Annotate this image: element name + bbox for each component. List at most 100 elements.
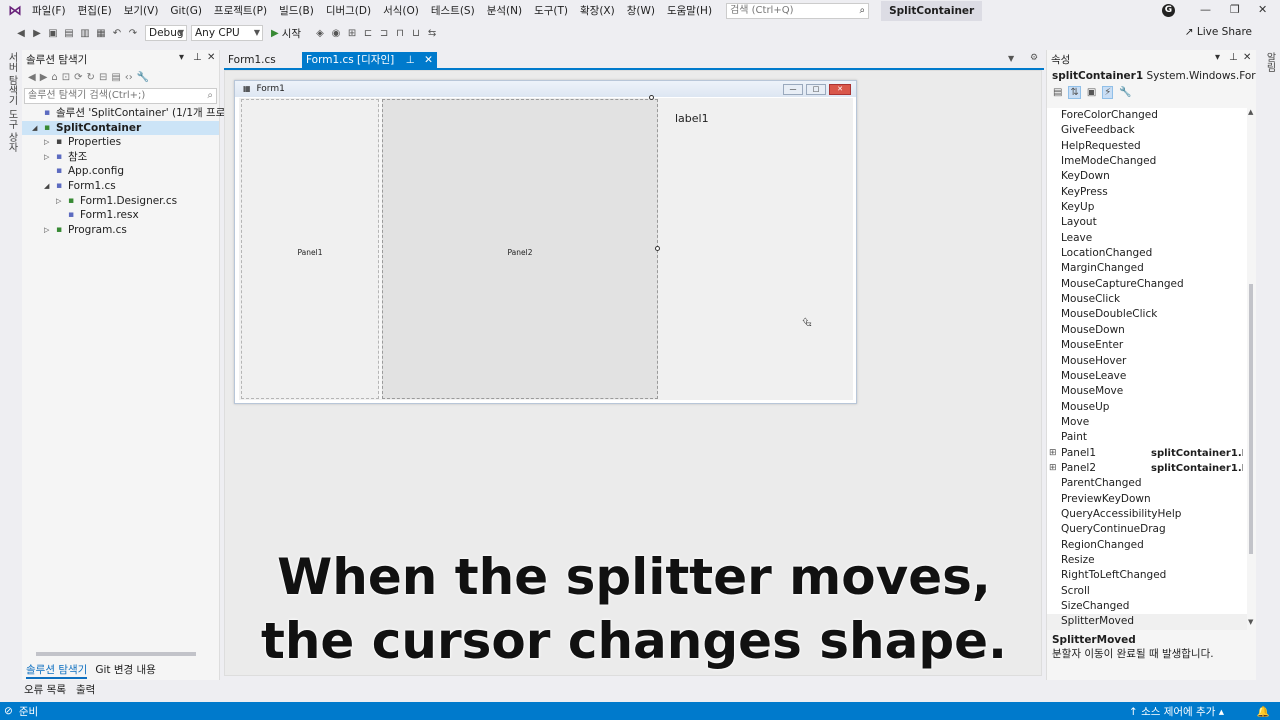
event-row[interactable]: MouseEnter	[1047, 338, 1247, 353]
event-row[interactable]: LocationChanged	[1047, 246, 1247, 261]
configuration-select[interactable]: Debug ▼	[145, 25, 187, 41]
view-code-icon[interactable]: ‹›	[125, 72, 133, 83]
save-all-icon[interactable]: ▦	[94, 28, 108, 39]
tree-item[interactable]: ▪ App.config	[22, 164, 219, 179]
forward-icon[interactable]: ▶	[40, 72, 48, 83]
pin-icon[interactable]: ⊥	[193, 52, 202, 63]
categorized-icon[interactable]: ▤	[1053, 87, 1062, 98]
event-row[interactable]: ForeColorChanged	[1047, 108, 1247, 123]
platform-select[interactable]: Any CPU ▼	[191, 25, 263, 41]
event-row[interactable]: Resize	[1047, 553, 1247, 568]
avatar[interactable]: G	[1162, 4, 1175, 17]
event-row[interactable]: MouseCaptureChanged	[1047, 277, 1247, 292]
event-row[interactable]: MouseUp	[1047, 400, 1247, 415]
tab-solution-explorer[interactable]: 솔루션 탐색기	[26, 662, 88, 679]
form-client-area[interactable]: Panel1 Panel2 label1	[239, 95, 853, 400]
menu-item[interactable]: 확장(X)	[574, 0, 621, 22]
event-row[interactable]: MouseClick	[1047, 292, 1247, 307]
start-button[interactable]: ▶ 시작	[271, 26, 301, 41]
event-row[interactable]: ImeModeChanged	[1047, 154, 1247, 169]
visual-studio-logo-icon[interactable]: ⋈	[4, 0, 26, 22]
undo-icon[interactable]: ↶	[110, 28, 124, 39]
event-row[interactable]: QueryAccessibilityHelp	[1047, 507, 1247, 522]
event-row[interactable]: QueryContinueDrag	[1047, 522, 1247, 537]
resize-handle-right[interactable]	[655, 246, 660, 251]
scrollbar-thumb[interactable]	[1249, 284, 1253, 554]
tree-item[interactable]: ▪ Form1.resx	[22, 208, 219, 223]
events-lightning-icon[interactable]: ⚡	[1102, 85, 1114, 99]
menu-item[interactable]: 빌드(B)	[273, 0, 320, 22]
menu-item[interactable]: 디버그(D)	[320, 0, 377, 22]
expander-icon[interactable]: ◢	[32, 121, 37, 136]
form-designer-window[interactable]: ▦ Form1 — □ ✕ Panel1 Panel2 label1	[234, 80, 857, 404]
close-icon[interactable]: ✕	[1243, 52, 1251, 63]
close-icon[interactable]: ✕	[424, 54, 433, 66]
menu-item[interactable]: 도움말(H)	[661, 0, 718, 22]
event-row[interactable]: MouseHover	[1047, 354, 1247, 369]
align-center-icon[interactable]: ⊐	[377, 28, 391, 39]
expand-icon[interactable]: ⊞	[1049, 446, 1057, 461]
menu-item[interactable]: 파일(F)	[26, 0, 72, 22]
pin-icon[interactable]: ⊥	[406, 54, 415, 66]
event-row[interactable]: MouseLeave	[1047, 369, 1247, 384]
event-row[interactable]: HelpRequested	[1047, 139, 1247, 154]
menu-item[interactable]: 서식(O)	[377, 0, 425, 22]
save-icon[interactable]: ▥	[78, 28, 92, 39]
event-row[interactable]: SplitterMoved	[1047, 614, 1247, 630]
event-row[interactable]: RightToLeftChanged	[1047, 568, 1247, 583]
menu-item[interactable]: Git(G)	[164, 0, 208, 22]
chevron-down-icon[interactable]: ▼	[1008, 54, 1014, 63]
properties-view-icon[interactable]: ▣	[1087, 87, 1096, 98]
event-row[interactable]: KeyDown	[1047, 169, 1247, 184]
tab-output[interactable]: 출력	[76, 682, 95, 697]
notifications-tab[interactable]: 알림	[1262, 52, 1277, 72]
sync-icon[interactable]: ⟳	[74, 72, 82, 83]
pin-icon[interactable]: ⊥	[1229, 52, 1238, 63]
label1-control[interactable]: label1	[675, 112, 709, 125]
tree-item[interactable]: ◢ ▪ Form1.cs	[22, 179, 219, 194]
event-row[interactable]: RegionChanged	[1047, 538, 1247, 553]
vertical-scrollbar[interactable]: ▲ ▼	[1247, 108, 1255, 628]
breakpoint-icon[interactable]: ◉	[329, 28, 343, 39]
back-icon[interactable]: ◀	[28, 72, 36, 83]
expander-icon[interactable]: ▷	[44, 135, 49, 150]
tree-item[interactable]: ▷ ▪ Program.cs	[22, 223, 219, 238]
add-to-source-control-button[interactable]: ↑ 소스 제어에 추가 ▴	[1129, 704, 1224, 719]
split-panel2[interactable]: Panel2	[382, 99, 658, 399]
tab-order-icon[interactable]: ⇆	[425, 28, 439, 39]
chevron-down-icon[interactable]: ▾	[179, 52, 184, 63]
menu-item[interactable]: 테스트(S)	[425, 0, 481, 22]
minimize-icon[interactable]: —	[1200, 3, 1211, 16]
event-row[interactable]: Move	[1047, 415, 1247, 430]
menu-item[interactable]: 분석(N)	[481, 0, 528, 22]
new-project-icon[interactable]: ▣	[46, 28, 60, 39]
tree-item[interactable]: ▷ ▪ Properties	[22, 135, 219, 150]
close-icon[interactable]: ✕	[207, 52, 215, 63]
event-row[interactable]: MouseDoubleClick	[1047, 307, 1247, 322]
close-icon[interactable]: ✕	[1258, 3, 1267, 16]
tree-item[interactable]: ◢ ▪ SplitContainer	[22, 120, 219, 136]
event-row[interactable]: PreviewKeyDown	[1047, 492, 1247, 507]
properties-object-selector[interactable]: splitContainer1 System.Windows.Forms.Spl…	[1047, 68, 1256, 84]
event-row[interactable]: GiveFeedback	[1047, 123, 1247, 138]
menu-item[interactable]: 편집(E)	[72, 0, 118, 22]
search-input[interactable]: 검색 (Ctrl+Q) ⌕	[726, 3, 870, 19]
event-row[interactable]: Scroll	[1047, 584, 1247, 599]
expander-icon[interactable]: ▷	[44, 223, 49, 238]
scroll-up-icon[interactable]: ▲	[1248, 108, 1253, 116]
event-row[interactable]: ⊞ Panel1 splitContainer1.Panel1	[1047, 446, 1247, 461]
event-value[interactable]: splitContainer1.Panel2	[1151, 461, 1243, 476]
event-value[interactable]: splitContainer1.Panel1	[1151, 446, 1243, 461]
event-row[interactable]: MouseDown	[1047, 323, 1247, 338]
event-row[interactable]: ⊞ Panel2 splitContainer1.Panel2	[1047, 461, 1247, 476]
tree-item[interactable]: ▷ ▪ 참조	[22, 150, 219, 165]
event-row[interactable]: ParentChanged	[1047, 476, 1247, 491]
event-row[interactable]: MarginChanged	[1047, 261, 1247, 276]
event-row[interactable]: MouseMove	[1047, 384, 1247, 399]
refresh-icon[interactable]: ↻	[87, 72, 95, 83]
scroll-down-icon[interactable]: ▼	[1248, 618, 1253, 626]
server-explorer-tab[interactable]: 서버 탐색기	[4, 52, 19, 105]
toolbox-tab[interactable]: 도구 상자	[4, 109, 19, 152]
align-left-icon[interactable]: ⊏	[361, 28, 375, 39]
solution-explorer-search[interactable]: 솔루션 탐색기 검색(Ctrl+;) ⌕	[24, 88, 217, 104]
